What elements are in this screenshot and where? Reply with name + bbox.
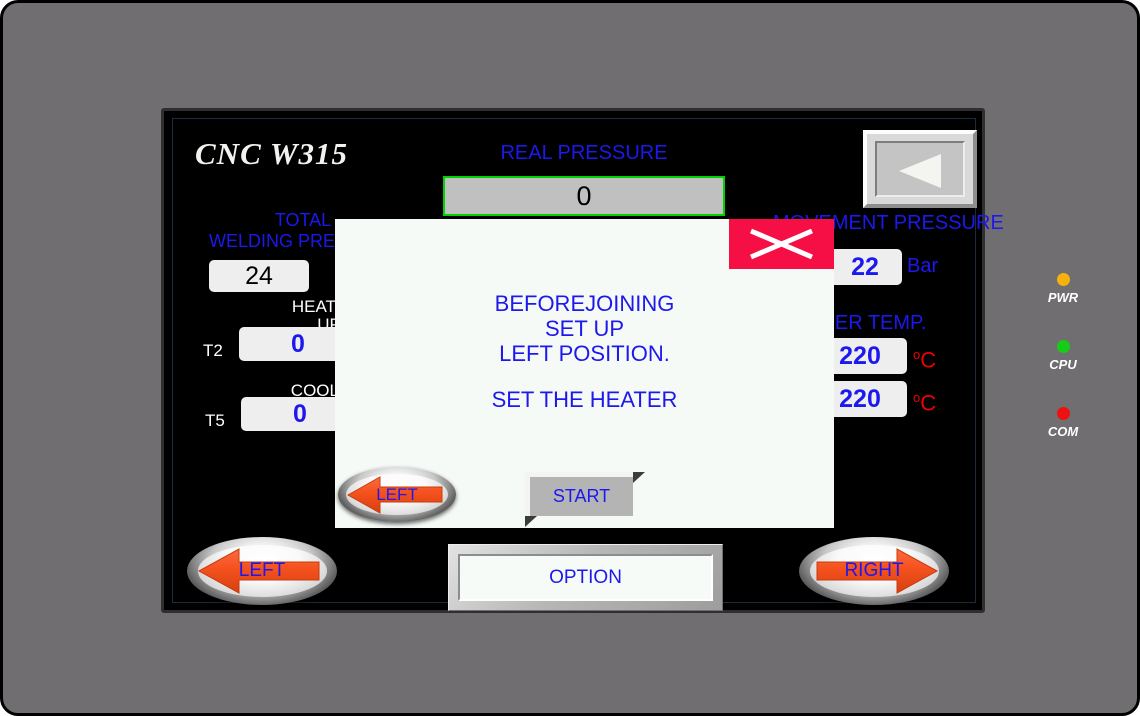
left-button[interactable]: LEFT <box>187 537 337 605</box>
status-led-cpu: CPU <box>1033 340 1093 372</box>
dialog-left-button-label: LEFT <box>376 484 418 504</box>
led-indicator-com <box>1056 407 1070 420</box>
status-led-com-label: COM <box>1047 424 1079 439</box>
dialog-message-spacer <box>335 366 834 387</box>
heating-up-tag: T2 <box>203 341 223 360</box>
right-button-label: RIGHT <box>844 560 904 581</box>
triangle-left-icon <box>899 154 941 188</box>
back-button-face <box>875 141 965 197</box>
hmi-screen: CNC W315 REAL PRESSURE 0 TOTAL WELDING P… <box>161 108 1004 613</box>
option-button[interactable]: OPTION <box>448 544 723 611</box>
start-button-shadow-right <box>633 472 645 483</box>
degree-celsius-icon-2: oC <box>913 390 936 416</box>
start-button-shadow-bottom <box>525 516 537 527</box>
instruction-dialog: BEFOREJOINING SET UP LEFT POSITION. SET … <box>335 219 834 528</box>
celsius-letter-1: C <box>920 347 937 373</box>
status-led-pwr-label: PWR <box>1047 290 1079 305</box>
left-button-label: LEFT <box>238 560 286 581</box>
dialog-left-button[interactable]: LEFT <box>338 467 456 522</box>
dialog-message: BEFOREJOINING SET UP LEFT POSITION. SET … <box>335 291 834 412</box>
option-button-label: OPTION <box>458 554 713 601</box>
start-button-label: START <box>525 472 633 516</box>
dialog-message-line-2: SET UP <box>544 316 625 341</box>
back-button[interactable] <box>863 130 977 208</box>
degree-celsius-icon-1: oC <box>913 347 936 373</box>
status-led-com: COM <box>1033 407 1093 439</box>
right-button[interactable]: RIGHT <box>799 537 949 605</box>
total-welding-pressure-value[interactable]: 24 <box>209 260 309 292</box>
hmi-screen-inner: CNC W315 REAL PRESSURE 0 TOTAL WELDING P… <box>172 118 1004 611</box>
cooling-tag: T5 <box>205 411 225 430</box>
close-button[interactable] <box>729 219 834 269</box>
real-pressure-label: REAL PRESSURE <box>500 142 668 164</box>
dialog-message-line-3: LEFT POSITION. <box>499 341 670 366</box>
status-led-pwr: PWR <box>1033 273 1093 305</box>
celsius-letter-2: C <box>920 390 937 416</box>
led-indicator-pwr <box>1056 273 1070 286</box>
close-icon <box>750 228 813 260</box>
led-indicator-cpu <box>1056 340 1070 353</box>
status-led-cpu-label: CPU <box>1049 357 1077 372</box>
movement-pressure-unit: Bar <box>907 255 939 277</box>
dialog-message-line-1: BEFOREJOINING <box>494 291 675 316</box>
real-pressure-value: 0 <box>443 176 725 216</box>
device-bezel: CNC W315 REAL PRESSURE 0 TOTAL WELDING P… <box>0 0 1140 716</box>
dialog-message-line-4: SET THE HEATER <box>491 387 678 412</box>
page-title: CNC W315 <box>195 136 348 171</box>
start-button[interactable]: START <box>525 472 645 527</box>
movement-pressure-value[interactable]: 22 <box>828 249 902 285</box>
